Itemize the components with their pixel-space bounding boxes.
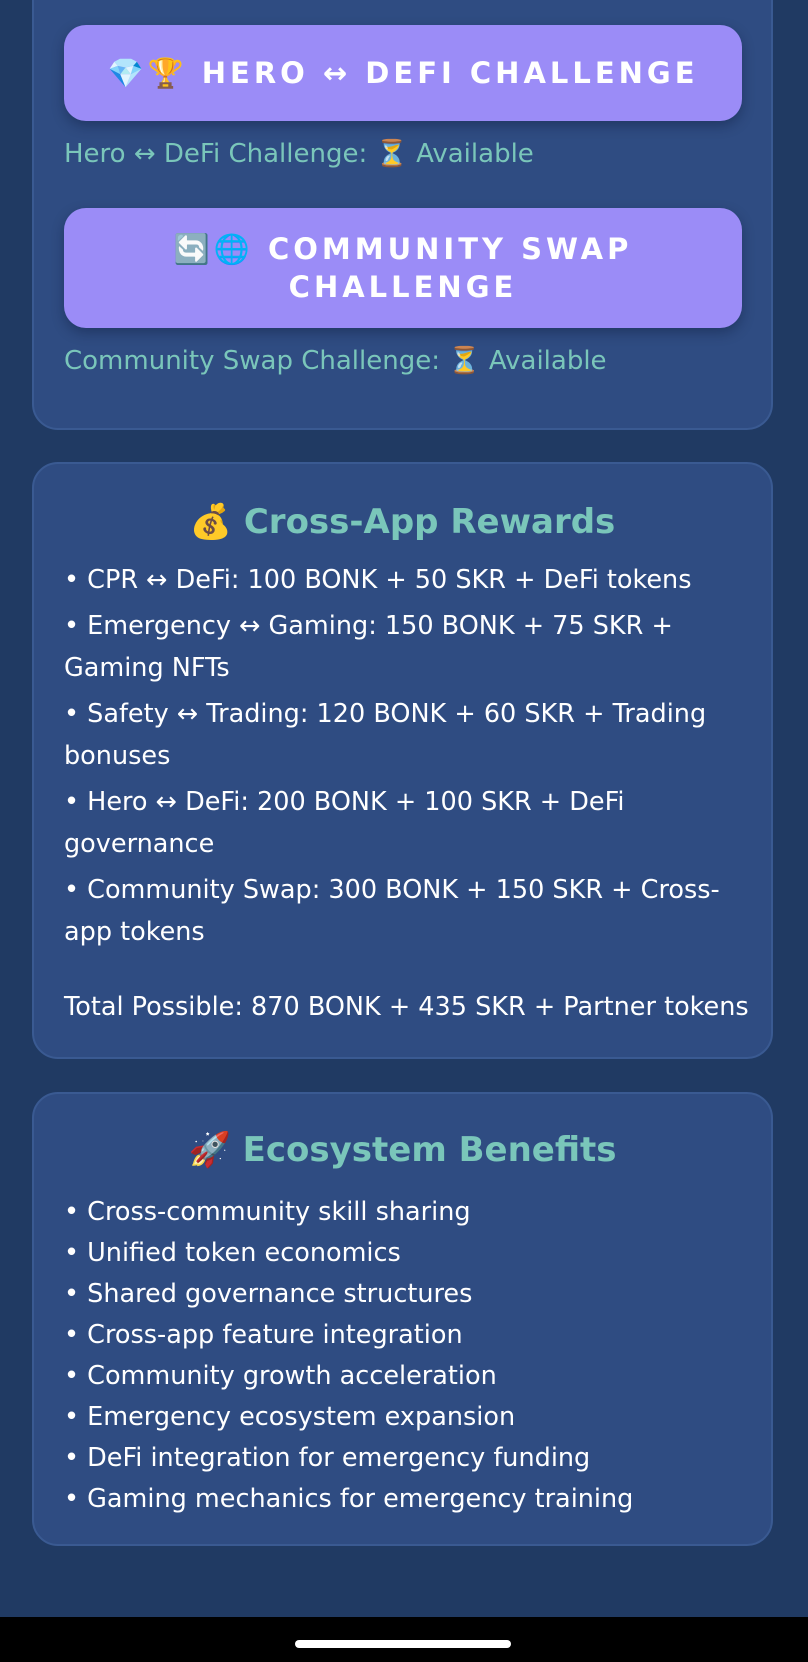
reward-item-hero-defi: • Hero ↔ DeFi: 200 BONK + 100 SKR + DeFi… bbox=[64, 787, 625, 859]
reward-item-community-swap: • Community Swap: 300 BONK + 150 SKR + C… bbox=[64, 875, 720, 947]
benefit-item: • DeFi integration for emergency funding bbox=[64, 1443, 591, 1473]
benefit-item: • Community growth acceleration bbox=[64, 1361, 497, 1391]
rewards-list: • CPR ↔ DeFi: 100 BONK + 50 SKR + DeFi t… bbox=[64, 559, 754, 957]
benefit-item: • Gaming mechanics for emergency trainin… bbox=[64, 1484, 634, 1514]
benefits-list: • Cross-community skill sharing • Unifie… bbox=[64, 1192, 754, 1520]
ecosystem-benefits-card: 🚀 Ecosystem Benefits • Cross-community s… bbox=[32, 1092, 773, 1546]
benefit-item: • Unified token economics bbox=[64, 1238, 401, 1268]
cross-app-rewards-card: 💰 Cross-App Rewards • CPR ↔ DeFi: 100 BO… bbox=[32, 462, 773, 1059]
reward-item-safety-trading: • Safety ↔ Trading: 120 BONK + 60 SKR + … bbox=[64, 699, 707, 771]
community-swap-challenge-button[interactable]: 🔄🌐 COMMUNITY SWAP CHALLENGE bbox=[64, 208, 742, 328]
reward-item-cpr-defi: • CPR ↔ DeFi: 100 BONK + 50 SKR + DeFi t… bbox=[64, 565, 692, 595]
hero-defi-challenge-status: Hero ↔ DeFi Challenge: ⏳ Available bbox=[64, 139, 534, 169]
rewards-total: Total Possible: 870 BONK + 435 SKR + Par… bbox=[64, 992, 749, 1022]
page: 💎🏆 HERO ↔ DEFI CHALLENGE Hero ↔ DeFi Cha… bbox=[0, 0, 808, 1662]
home-indicator[interactable] bbox=[295, 1640, 511, 1648]
community-swap-challenge-status: Community Swap Challenge: ⏳ Available bbox=[64, 346, 607, 376]
hero-defi-challenge-button[interactable]: 💎🏆 HERO ↔ DEFI CHALLENGE bbox=[64, 25, 742, 121]
benefit-item: • Cross-community skill sharing bbox=[64, 1197, 471, 1227]
rewards-title: 💰 Cross-App Rewards bbox=[189, 502, 616, 542]
reward-item-emergency-gaming: • Emergency ↔ Gaming: 150 BONK + 75 SKR … bbox=[64, 611, 673, 683]
benefit-item: • Emergency ecosystem expansion bbox=[64, 1402, 516, 1432]
benefits-title: 🚀 Ecosystem Benefits bbox=[188, 1130, 617, 1170]
benefit-item: • Cross-app feature integration bbox=[64, 1320, 463, 1350]
benefit-item: • Shared governance structures bbox=[64, 1279, 473, 1309]
